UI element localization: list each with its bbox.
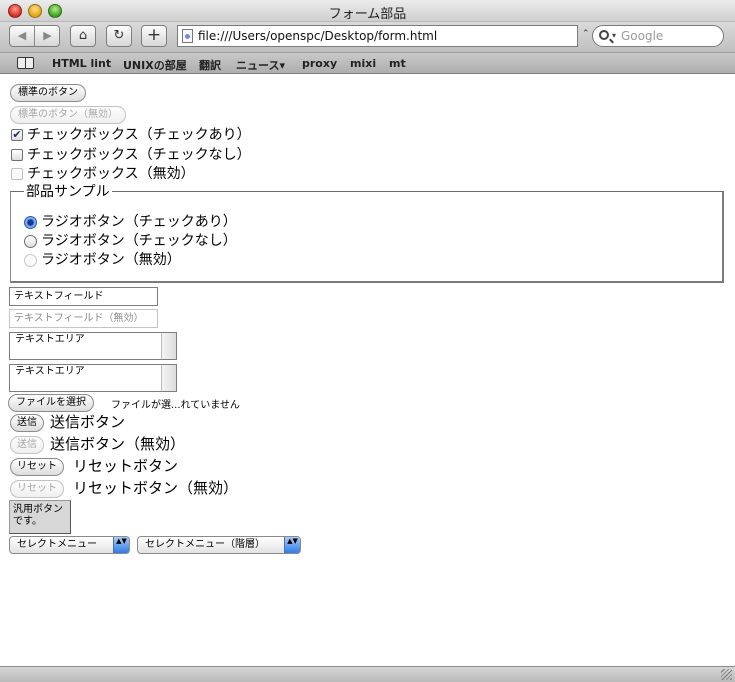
bookmark-html-lint[interactable]: HTML lint	[52, 57, 111, 70]
submit-button[interactable]: 送信	[10, 414, 44, 432]
search-menu-chevron-icon[interactable]: ▾	[612, 26, 616, 46]
reset-button[interactable]: リセット	[10, 458, 64, 476]
textarea-1[interactable]: テキストエリア	[9, 332, 177, 360]
checkbox-checked-label: チェックボックス（チェックあり）	[27, 127, 251, 143]
standard-button-disabled: 標準のボタン（無効）	[10, 106, 126, 124]
bookmark-news[interactable]: ニュース▾	[236, 57, 285, 73]
bookmark-mixi[interactable]: mixi	[350, 57, 376, 70]
address-bar-text: file:///Users/openspc/Desktop/form.html	[198, 29, 438, 43]
checkbox-unchecked[interactable]	[11, 149, 23, 161]
radio-disabled-label: ラジオボタン（無効）	[41, 252, 181, 268]
radio-unchecked[interactable]	[24, 235, 37, 248]
fieldset-legend: 部品サンプル	[24, 181, 112, 201]
select-menu-hierarchy-value: セレクトメニュー（階層）	[145, 539, 265, 550]
checkbox-disabled-label: チェックボックス（無効）	[27, 166, 195, 182]
resize-grip-icon[interactable]	[721, 669, 732, 680]
submit-button-disabled-label: 送信ボタン（無効）	[50, 435, 186, 453]
forward-icon[interactable]: ▶	[35, 26, 60, 46]
textarea-1-text: テキストエリア	[15, 334, 85, 345]
search-field[interactable]: ▾ Google	[592, 25, 724, 47]
select-menu-hierarchy[interactable]: セレクトメニュー（階層） ▲▼	[137, 536, 301, 554]
bookmark-proxy[interactable]: proxy	[302, 57, 337, 70]
textarea-2-text: テキストエリア	[15, 366, 85, 377]
select-arrows-icon: ▲▼	[284, 537, 300, 553]
radio-disabled	[24, 254, 37, 267]
select-menu[interactable]: セレクトメニュー ▲▼	[9, 536, 130, 554]
bookmark-mt[interactable]: mt	[389, 57, 406, 70]
checkbox-disabled	[11, 168, 23, 180]
bookmarks-book-icon[interactable]	[17, 57, 34, 69]
radio-checked[interactable]	[24, 216, 37, 229]
radio-checked-label: ラジオボタン（チェックあり）	[41, 214, 237, 230]
submit-button-label: 送信ボタン	[50, 413, 126, 431]
submit-button-disabled: 送信	[10, 436, 44, 454]
generic-button[interactable]: 汎用ボタンです。	[9, 500, 71, 534]
back-forward-buttons: ◀ ▶	[9, 25, 60, 47]
back-icon[interactable]: ◀	[10, 26, 35, 46]
status-bar	[0, 666, 735, 682]
checkbox-unchecked-label: チェックボックス（チェックなし）	[27, 147, 251, 163]
page-content: 標準のボタン 標準のボタン（無効） ✔ チェックボックス（チェックあり） チェッ…	[0, 75, 735, 666]
url-history-chevron-icon[interactable]: ⌃	[582, 29, 590, 39]
search-icon	[599, 30, 609, 40]
add-bookmark-button[interactable]: +	[141, 25, 167, 47]
bookmark-unix-room[interactable]: UNIXの部屋	[123, 57, 187, 73]
window-title: フォーム部品	[328, 7, 407, 22]
reload-icon: ↻	[113, 28, 125, 43]
reload-button[interactable]: ↻	[106, 25, 132, 47]
file-select-button[interactable]: ファイルを選択	[8, 394, 94, 412]
reset-button-label: リセットボタン	[73, 457, 179, 475]
home-button[interactable]: ⌂	[70, 25, 96, 47]
text-field[interactable]: テキストフィールド	[9, 287, 158, 306]
bookmark-translate[interactable]: 翻訳	[199, 57, 221, 73]
address-bar[interactable]: file:///Users/openspc/Desktop/form.html	[177, 25, 578, 47]
search-placeholder: Google	[621, 29, 664, 43]
textarea-2[interactable]: テキストエリア	[9, 364, 177, 392]
home-icon: ⌂	[78, 28, 88, 43]
title-bar: フォーム部品	[0, 0, 735, 22]
standard-button[interactable]: 標準のボタン	[10, 84, 86, 102]
radio-unchecked-label: ラジオボタン（チェックなし）	[41, 233, 237, 249]
textarea-2-scrollbar[interactable]	[161, 365, 176, 391]
document-icon	[182, 29, 193, 43]
file-status-text: ファイルが選...れていません	[111, 400, 240, 411]
select-arrows-icon: ▲▼	[113, 537, 129, 553]
reset-button-disabled-label: リセットボタン（無効）	[73, 479, 239, 497]
checkbox-checked[interactable]: ✔	[11, 129, 23, 141]
add-bookmark-icon: +	[146, 25, 162, 45]
toolbar: ◀ ▶ ⌂ ↻ + file:///Users/openspc/Desktop/…	[0, 22, 735, 52]
select-menu-value: セレクトメニュー	[17, 539, 97, 550]
bookmarks-bar: HTML lint UNIXの部屋 翻訳 ニュース▾ proxy mixi mt	[0, 52, 735, 74]
text-field-disabled: テキストフィールド（無効）	[9, 309, 158, 328]
textarea-1-scrollbar[interactable]	[161, 333, 176, 359]
reset-button-disabled: リセット	[10, 480, 64, 498]
